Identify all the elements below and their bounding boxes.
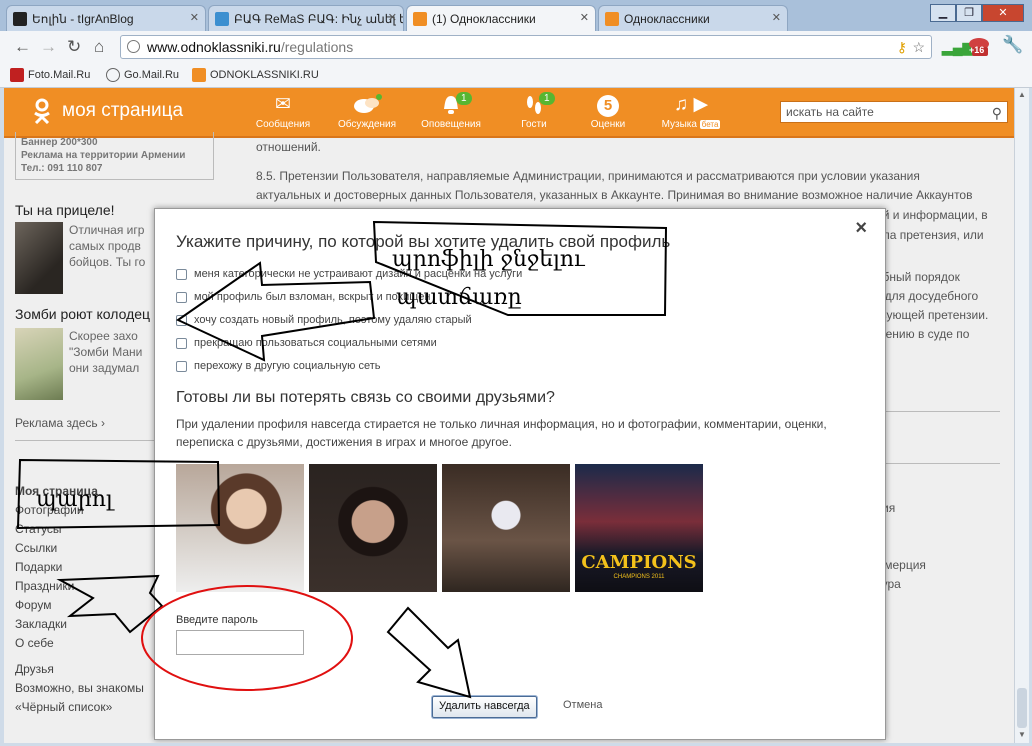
annotation-arrow-delete bbox=[386, 606, 472, 699]
annotation-overlay: պրոֆիլի ջնջելու պատճառը պարոլ bbox=[16, 220, 668, 699]
annotation-text-reason-line1: պրոֆիլի ջնջելու bbox=[392, 247, 586, 272]
browser-window: Եոլին - tIgrAnBlog ✕ ԲԱԳ ReMaS ԲԱԳ: Ինչ … bbox=[0, 0, 1032, 746]
annotation-text-reason-line2: պատճառը bbox=[396, 285, 522, 310]
annotation-text-password: պարոլ bbox=[36, 487, 115, 512]
annotation-arrow-left bbox=[175, 261, 376, 362]
annotation-circle-password bbox=[141, 585, 353, 691]
